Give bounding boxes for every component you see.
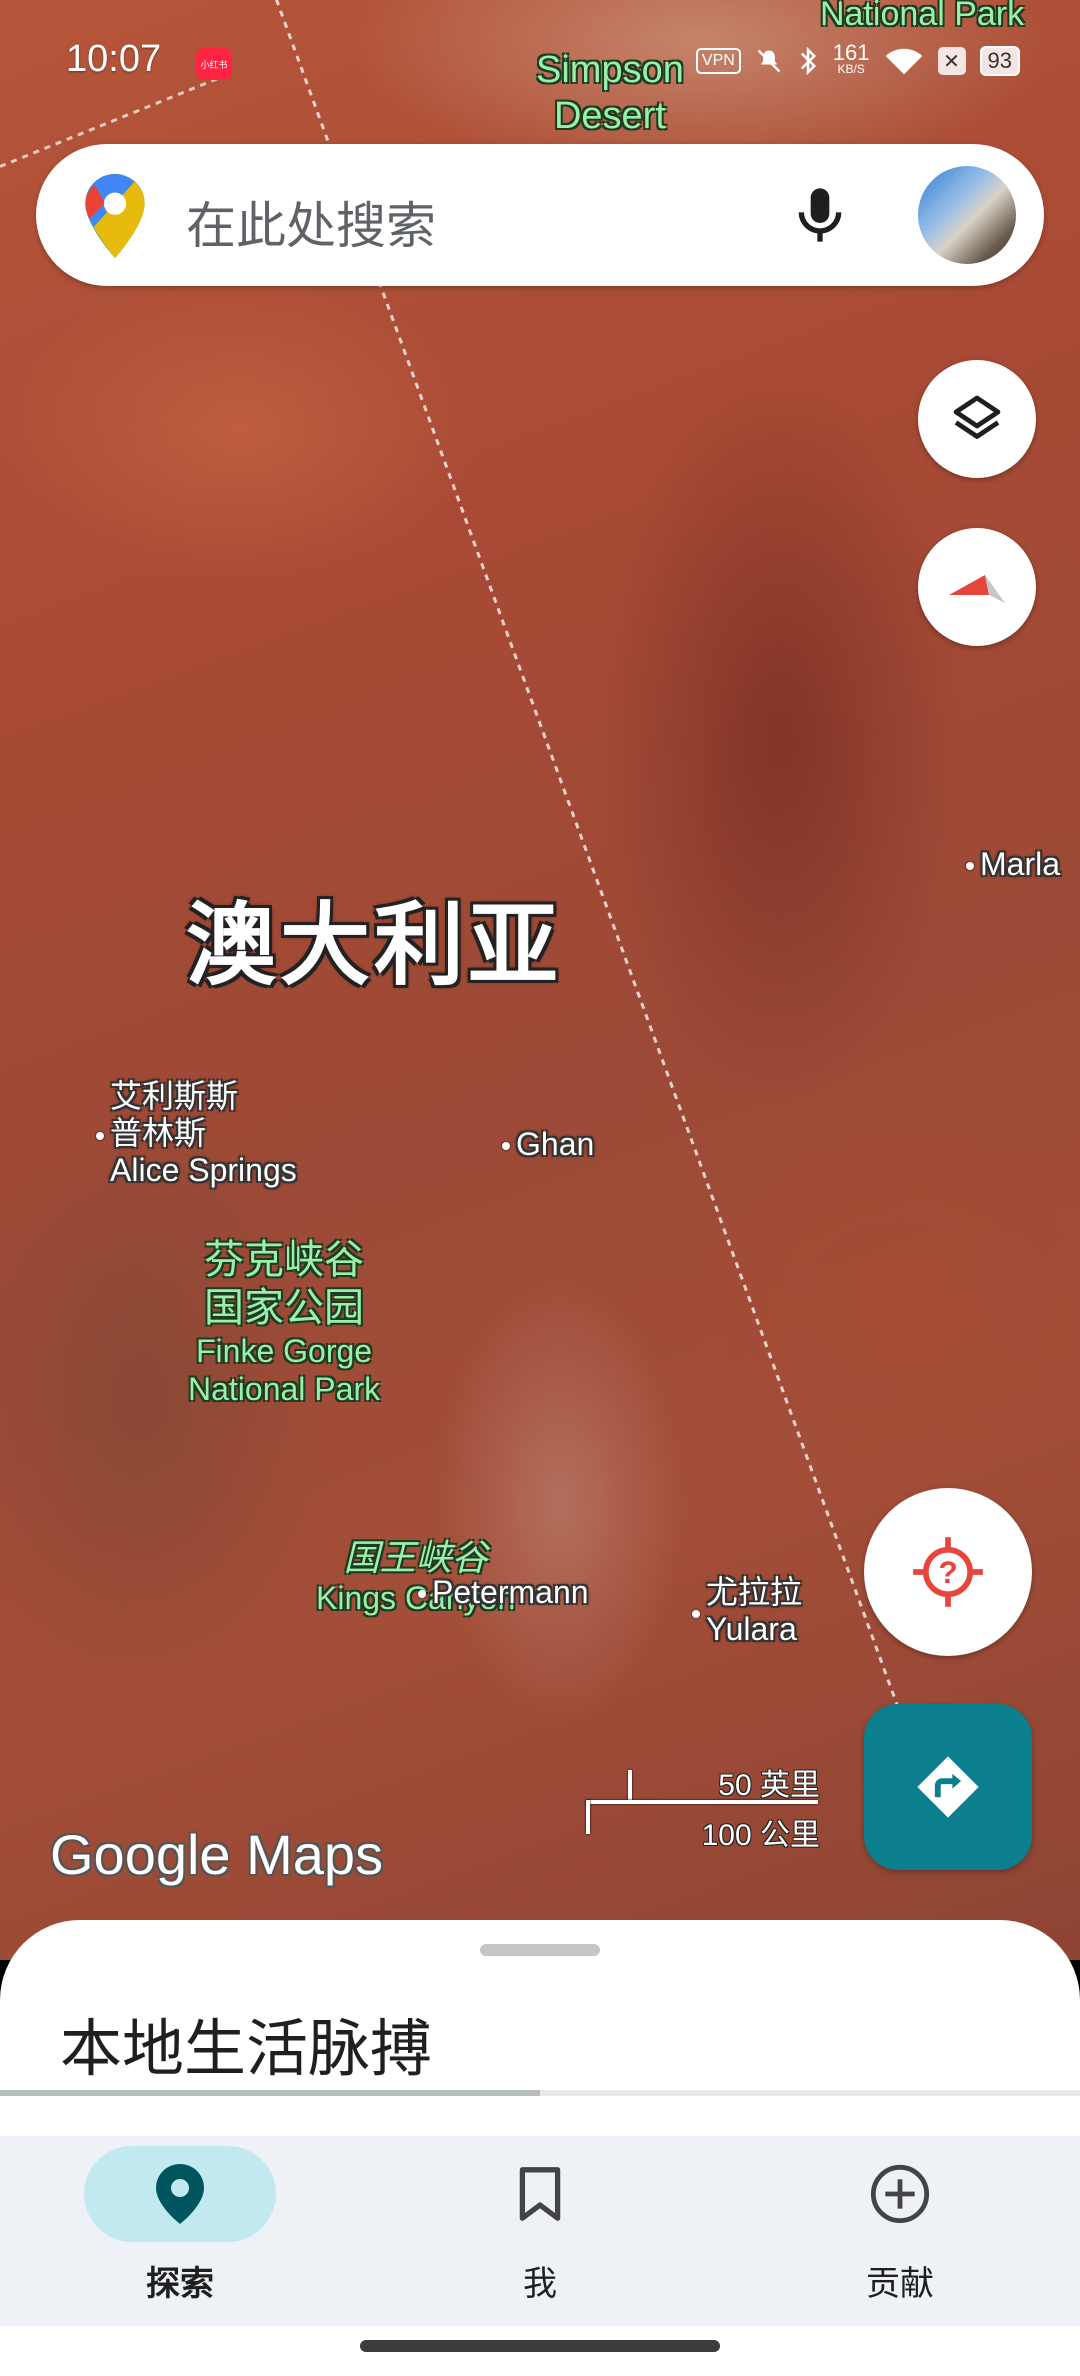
nav-label-explore: 探索 [146, 2264, 214, 2304]
compass-button[interactable] [918, 528, 1036, 646]
app-badge-text: 小红书 [200, 60, 228, 71]
location-pin-icon [156, 2164, 204, 2224]
bluetooth-icon [800, 46, 816, 76]
map-label-finke-gorge[interactable]: 芬克峡谷 国家公园 Finke Gorge National Park [188, 1236, 380, 1409]
xiaohongshu-app-icon: 小红书 [196, 48, 232, 80]
place-dot [502, 1142, 510, 1150]
gesture-bar[interactable] [360, 2340, 720, 2352]
yulara-en: Yulara [706, 1610, 797, 1647]
sheet-title: 本地生活脉搏 [60, 2012, 433, 2085]
place-dot [96, 1132, 104, 1140]
finke-en2: National Park [188, 1371, 381, 1408]
my-location-button[interactable]: ? [864, 1488, 1032, 1656]
nav-icon-wrap [804, 2146, 996, 2242]
nav-label-contribute: 贡献 [866, 2264, 934, 2304]
nav-active-pill [84, 2146, 276, 2242]
finke-cn1: 芬克峡谷 [204, 1238, 365, 1282]
speed-unit: KB/S [837, 62, 865, 76]
yulara-cn: 尤拉拉 [706, 1574, 803, 1610]
my-location-icon: ? [913, 1537, 983, 1607]
alice-cn2: 普林斯 [110, 1114, 207, 1151]
kings-cn: 国王峡谷 [343, 1537, 488, 1578]
sheet-drag-handle[interactable] [480, 1944, 600, 1956]
avatar[interactable] [918, 166, 1016, 264]
bottom-sheet[interactable]: 本地生活脉搏 [0, 1920, 1080, 2140]
scale-bar [586, 1800, 818, 1804]
scale-tick [586, 1800, 590, 1834]
compass-icon [949, 575, 1005, 603]
map-label-country[interactable]: 澳大利亚 [186, 872, 562, 1002]
finke-cn2: 国家公园 [204, 1286, 365, 1330]
status-icons: VPN 161 KB/S ✕ 93 [695, 40, 1020, 78]
scale-tick [628, 1770, 632, 1802]
scale-km: 100 公里 [701, 1819, 820, 1852]
layers-icon [953, 395, 1001, 439]
map-label-petermann[interactable]: Petermann [432, 1574, 589, 1611]
alice-cn1: 艾利斯斯 [110, 1078, 239, 1114]
nav-item-explore[interactable]: 探索 [0, 2146, 360, 2316]
wifi-icon [885, 48, 922, 75]
nav-label-saved: 我 [523, 2264, 557, 2304]
status-bar: 10:07 小红书 VPN 161 KB/S ✕ 93 [0, 0, 1080, 128]
directions-button[interactable] [864, 1704, 1032, 1870]
place-dot [692, 1610, 700, 1618]
status-time: 10:07 [66, 38, 162, 80]
finke-en1: Finke Gorge [196, 1333, 373, 1369]
speed-value: 161 [832, 40, 870, 65]
nav-item-saved[interactable]: 我 [360, 2146, 720, 2316]
svg-text:?: ? [938, 1554, 957, 1590]
google-maps-logo: Google Maps [50, 1823, 384, 1886]
nav-icon-wrap [444, 2146, 636, 2242]
search-bar[interactable]: 在此处搜索 [36, 144, 1044, 286]
directions-icon [917, 1756, 979, 1818]
sheet-progress-fill [0, 2090, 540, 2096]
map-label-yulara[interactable]: 尤拉拉 Yulara [706, 1574, 802, 1648]
alice-en: Alice Springs [110, 1151, 297, 1188]
map-label-ghan[interactable]: Ghan [516, 1126, 594, 1163]
network-speed: 161 KB/S [832, 40, 870, 78]
no-sim-icon: ✕ [937, 47, 966, 75]
layers-button[interactable] [918, 360, 1036, 478]
satellite-map[interactable]: National Park Simpson Desert Marla 澳大利亚 … [0, 0, 1080, 1960]
add-circle-icon [870, 2164, 930, 2224]
vpn-icon: VPN [695, 48, 741, 74]
mute-icon [757, 49, 781, 73]
scale-miles: 50 英里 [718, 1769, 820, 1802]
battery-indicator: 93 [979, 46, 1020, 76]
map-label-marla[interactable]: Marla [980, 846, 1060, 883]
bottom-navigation: 探索 我 贡献 [0, 2136, 1080, 2326]
microphone-icon[interactable] [788, 182, 852, 248]
sheet-progress-track [0, 2090, 1080, 2096]
map-label-alice-springs[interactable]: 艾利斯斯 普林斯 Alice Springs [110, 1078, 297, 1188]
map-scale: 50 英里 100 公里 [586, 1760, 826, 1852]
google-maps-pin-icon [85, 174, 145, 258]
place-dot [966, 862, 974, 870]
search-input[interactable]: 在此处搜索 [186, 186, 436, 258]
nav-item-contribute[interactable]: 贡献 [720, 2146, 1080, 2316]
bookmark-icon [519, 2167, 561, 2221]
place-dot [418, 1590, 426, 1598]
